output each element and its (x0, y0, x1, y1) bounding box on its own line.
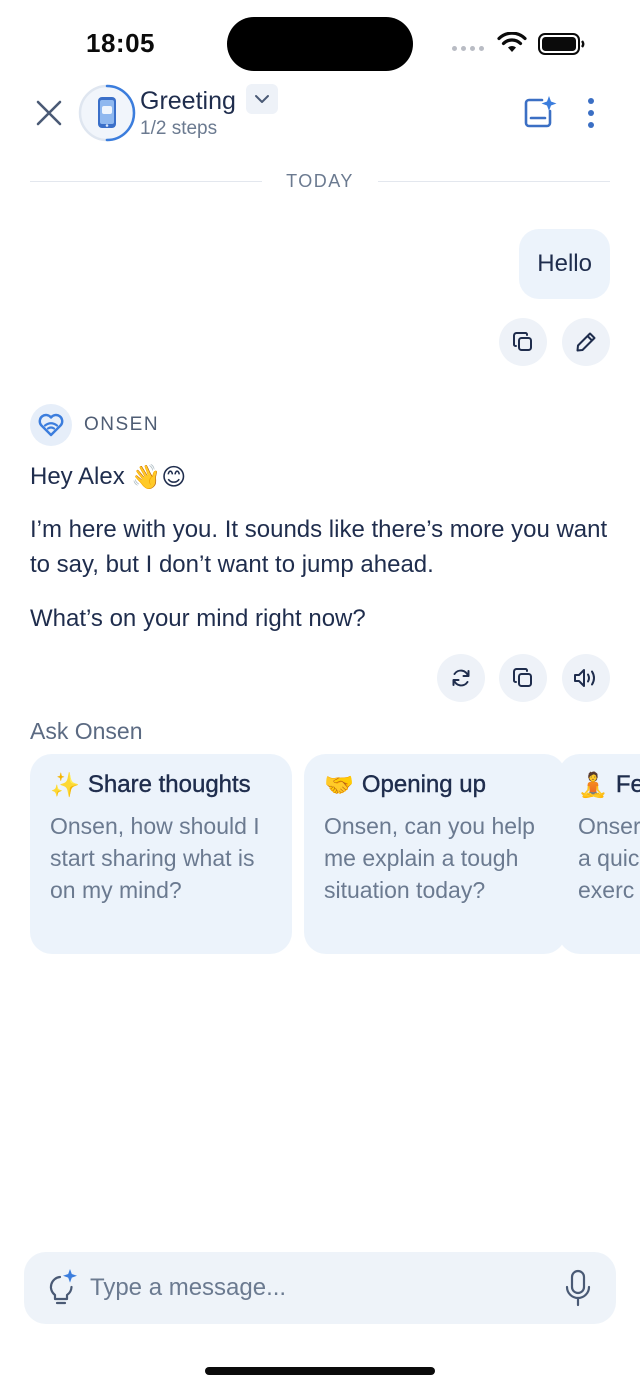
onsen-logo-icon (30, 404, 72, 446)
copy-icon (513, 332, 532, 351)
chevron-down-icon (255, 95, 269, 103)
wifi-icon (497, 32, 527, 52)
phone-avatar-icon (78, 84, 136, 142)
card-body: Onser a quic exerc (578, 813, 640, 903)
date-divider-label: TODAY (286, 170, 354, 191)
meditation-emoji: 🧘 (578, 771, 608, 799)
card-title-text: Share thoughts (87, 771, 251, 798)
waving-hand-emoji: 👋 (131, 464, 162, 492)
bot-paragraph: I’m here with you. It sounds like there’… (30, 516, 608, 578)
close-icon[interactable] (32, 96, 66, 130)
card-title: 🧘 Fe (578, 768, 640, 802)
battery-icon (538, 33, 585, 55)
copy-icon (513, 668, 532, 687)
cellular-signal-icon (452, 44, 488, 52)
status-time: 18:05 (86, 28, 155, 58)
regenerate-button[interactable] (437, 654, 485, 702)
date-divider: TODAY (30, 170, 611, 192)
title-dropdown-button[interactable] (246, 84, 278, 114)
home-indicator[interactable] (205, 1367, 435, 1375)
bot-greeting: Hey Alex (30, 463, 125, 490)
copy-message-button[interactable] (499, 318, 547, 366)
edit-message-button[interactable] (562, 318, 610, 366)
divider-line (377, 180, 611, 182)
lightbulb-sparkle-icon[interactable] (48, 1269, 78, 1309)
message-input[interactable] (90, 1266, 530, 1310)
speaker-icon (574, 669, 595, 687)
copy-response-button[interactable] (499, 654, 547, 702)
step-progress-label: 1/2 steps (140, 118, 218, 139)
user-message-bubble: Hello (519, 229, 610, 299)
ask-onsen-label: Ask Onsen (30, 718, 143, 744)
card-title: 🤝 Opening up (324, 768, 548, 802)
bot-name: ONSEN (84, 414, 160, 435)
dynamic-island (227, 17, 413, 71)
smiling-face-emoji: 😊 (161, 464, 187, 492)
suggestion-card-partial[interactable]: 🧘 Fe Onser a quic exerc (558, 754, 640, 954)
chat-header: Greeting 1/2 steps (0, 80, 640, 150)
suggestion-card-opening-up[interactable]: 🤝 Opening up Onsen, can you help me expl… (304, 754, 566, 954)
bot-paragraph: What’s on your mind right now? (30, 605, 366, 632)
suggestion-card-share-thoughts[interactable]: ✨ Share thoughts Onsen, how should I sta… (30, 754, 292, 954)
card-title-text: Opening up (361, 771, 487, 798)
card-body: Onsen, how should I start sharing what i… (50, 813, 260, 903)
card-body: Onsen, can you help me explain a tough s… (324, 813, 535, 903)
more-vertical-icon[interactable] (578, 94, 604, 132)
page-title: Greeting (140, 87, 236, 115)
handshake-emoji: 🤝 (324, 771, 354, 799)
refresh-icon (452, 669, 470, 687)
status-bar: 18:05 (0, 0, 640, 80)
card-title: ✨ Share thoughts (50, 768, 274, 802)
suggestion-carousel[interactable]: ✨ Share thoughts Onsen, how should I sta… (30, 754, 640, 954)
divider-line (30, 180, 263, 182)
read-aloud-button[interactable] (562, 654, 610, 702)
bot-greeting-line: Hey Alex 👋😊 (30, 459, 620, 495)
note-sparkle-icon[interactable] (520, 94, 558, 132)
bot-header: ONSEN (30, 403, 159, 447)
sparkles-emoji: ✨ (50, 771, 80, 799)
card-title-text: Fe (615, 771, 640, 798)
pencil-icon (576, 332, 596, 352)
message-composer (24, 1252, 616, 1324)
microphone-icon[interactable] (562, 1268, 594, 1308)
